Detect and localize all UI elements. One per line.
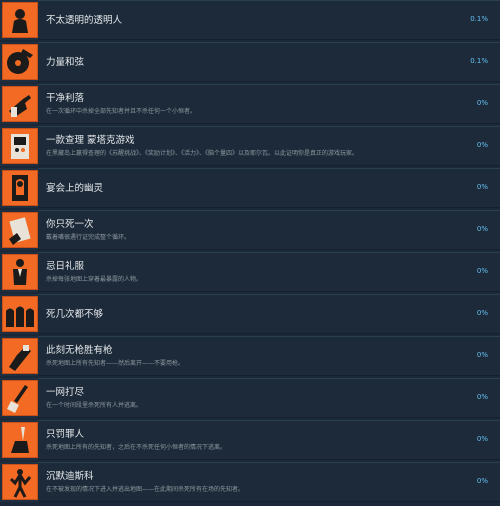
achievement-description: 杀死地图上所有的先知者，之后在不杀死任何小恒者的情况下逃离。 [46,444,227,451]
achievement-title: 你只死一次 [46,219,94,230]
achievement-title: 力量和弦 [46,57,85,68]
achievement-description: 杀掉每张地图上穿着最暴露的人物。 [46,276,143,283]
tombstones-icon [2,296,38,332]
achievement-row[interactable]: 沉默迪斯科 在不被发现的情况下进入并逃出地图——在此期间杀死所有在场的先知者。 … [0,462,500,502]
vinyl-record-icon [2,44,38,80]
unlock-percent: 0% [476,477,488,485]
achievement-title: 死几次都不够 [46,309,104,320]
achievement-title: 此刻无枪胜有枪 [46,345,113,356]
achievement-row[interactable]: 干净利落 在一次循环中杀掉全部先知者并且不杀任何一个小恒者。 0% [0,84,500,124]
unlock-percent: 0% [476,309,488,317]
ghost-silhouette-icon [2,2,38,38]
unlock-percent: 0% [476,99,488,107]
unlock-percent: 0% [476,393,488,401]
achievement-title: 一款查理 蒙塔克游戏 [46,135,135,146]
pointing-hand-icon [2,86,38,122]
achievement-row[interactable]: 忌日礼服 杀掉每张地图上穿着最暴露的人物。 0% [0,252,500,292]
unlock-percent: 0% [476,183,488,191]
broom-icon [2,380,38,416]
unlock-percent: 0% [476,225,488,233]
achievement-row[interactable]: 你只死一次 戴着嘴很遇行证完成整个循环。 0% [0,210,500,250]
unlock-percent: 0% [476,267,488,275]
unlock-percent: 0.1% [470,57,488,65]
achievement-description: 在一次循环中杀掉全部先知者并且不杀任何一个小恒者。 [46,108,197,115]
achievement-description: 在一个时间段里杀死所有人并逃离。 [46,402,143,409]
arcade-cabinet-icon [2,128,38,164]
achievement-title: 干净利落 [46,93,85,104]
achievement-row[interactable]: 一款查理 蒙塔克游戏 在黑藏岛上赢得查理的《苏醒挑战》、《奖励计划》、《活力》、… [0,126,500,166]
achievement-description: 在不被发现的情况下进入并逃出地图——在此期间杀死所有在场的先知者。 [46,486,245,493]
achievement-description: 杀死地图上所有先知者——然后离开——不要用枪。 [46,360,185,367]
achievement-list: 不太透明的透明人 0.1% 力量和弦 0.1% 干净利落 在一次循环中杀掉全部先… [0,0,500,506]
achievement-title: 只罚罪人 [46,429,85,440]
achievement-description: 戴着嘴很遇行证完成整个循环。 [46,234,131,241]
achievement-row[interactable]: 死几次都不够 0% [0,294,500,334]
achievement-title: 忌日礼服 [46,261,85,272]
achievement-description: 在黑藏岛上赢得查理的《苏醒挑战》、《奖励计划》、《活力》、《脑个量四》以及耶尔瓦… [46,150,359,157]
unlock-percent: 0% [476,351,488,359]
achievement-title: 宴会上的幽灵 [46,183,104,194]
achievement-row[interactable]: 力量和弦 0.1% [0,42,500,82]
achievement-title: 沉默迪斯科 [46,471,94,482]
fist-icon [2,338,38,374]
blade-hand-icon [2,422,38,458]
achievement-title: 一网打尽 [46,387,85,398]
unlock-percent: 0% [476,141,488,149]
achievement-row[interactable]: 不太透明的透明人 0.1% [0,0,500,40]
achievement-row[interactable]: 一网打尽 在一个时间段里杀死所有人并逃离。 0% [0,378,500,418]
achievement-row[interactable]: 此刻无枪胜有枪 杀死地图上所有先知者——然后离开——不要用枪。 0% [0,336,500,376]
hand-card-icon [2,212,38,248]
achievement-title: 不太透明的透明人 [46,15,123,26]
tuxedo-figure-icon [2,254,38,290]
hooded-figure-icon [2,170,38,206]
unlock-percent: 0% [476,435,488,443]
achievement-row[interactable]: 只罚罪人 杀死地图上所有的先知者，之后在不杀死任何小恒者的情况下逃离。 0% [0,420,500,460]
unlock-percent: 0.1% [470,15,488,23]
dancer-icon [2,464,38,500]
achievement-row[interactable]: 宴会上的幽灵 0% [0,168,500,208]
